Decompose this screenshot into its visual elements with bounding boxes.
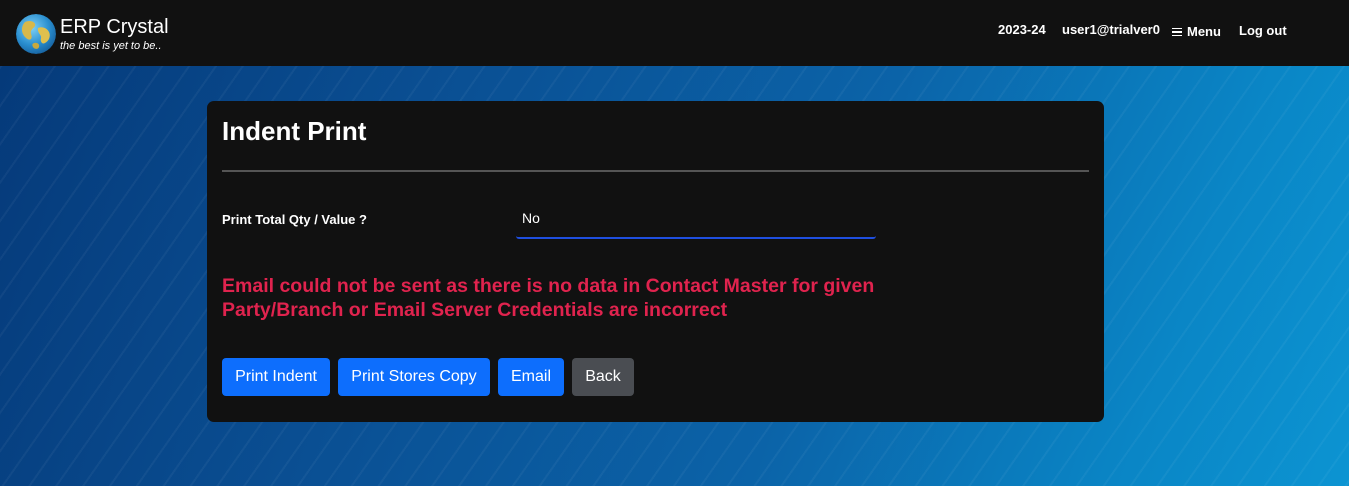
- brand-title[interactable]: ERP Crystal: [60, 15, 169, 39]
- back-button[interactable]: Back: [572, 358, 634, 396]
- financial-year: 2023-24: [998, 22, 1046, 37]
- print-total-label: Print Total Qty / Value ?: [222, 212, 367, 227]
- email-button[interactable]: Email: [498, 358, 564, 396]
- print-total-select-value: No: [522, 210, 540, 226]
- indent-print-card: Indent Print Print Total Qty / Value ? N…: [207, 101, 1104, 422]
- menu-button[interactable]: Menu: [1172, 24, 1221, 40]
- error-message: Email could not be sent as there is no d…: [222, 275, 875, 321]
- top-navbar: ERP Crystal the best is yet to be.. 2023…: [0, 0, 1349, 66]
- hamburger-icon: [1172, 27, 1182, 37]
- print-total-select[interactable]: No: [516, 202, 876, 239]
- print-indent-button[interactable]: Print Indent: [222, 358, 330, 396]
- print-stores-copy-button[interactable]: Print Stores Copy: [338, 358, 490, 396]
- divider: [222, 170, 1089, 172]
- brand-tagline: the best is yet to be..: [60, 40, 162, 52]
- menu-label: Menu: [1187, 24, 1221, 39]
- user-name: user1@trialver0: [1062, 22, 1160, 37]
- page-title: Indent Print: [222, 116, 367, 146]
- globe-icon[interactable]: [16, 14, 56, 54]
- logout-link[interactable]: Log out: [1239, 23, 1287, 39]
